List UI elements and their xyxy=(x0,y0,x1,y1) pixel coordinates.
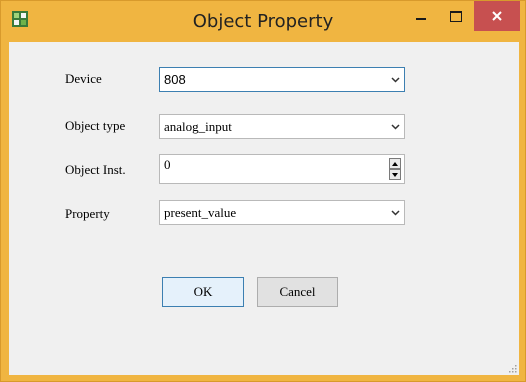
object-inst-spinbox[interactable]: 0 xyxy=(159,154,405,184)
object-property-dialog: Object Property Device 808 Object type a… xyxy=(0,0,526,382)
property-value: present_value xyxy=(164,205,237,220)
chevron-down-icon[interactable] xyxy=(386,201,404,224)
close-button[interactable] xyxy=(474,1,520,31)
chevron-down-icon[interactable] xyxy=(386,68,404,91)
cancel-button[interactable]: Cancel xyxy=(257,277,338,307)
object-type-label: Object type xyxy=(65,118,126,133)
maximize-icon xyxy=(450,10,462,22)
object-type-value: analog_input xyxy=(164,119,232,134)
object-inst-value[interactable]: 0 xyxy=(164,157,171,173)
spin-up-icon[interactable] xyxy=(389,158,401,169)
maximize-button[interactable] xyxy=(438,1,474,31)
ok-button[interactable]: OK xyxy=(162,277,244,307)
resize-grip-icon[interactable] xyxy=(508,364,517,373)
dialog-body: Device 808 Object type analog_input Obje… xyxy=(9,42,519,375)
device-label: Device xyxy=(65,71,102,86)
object-inst-label: Object Inst. xyxy=(65,162,126,177)
spin-down-icon[interactable] xyxy=(389,169,401,180)
chevron-down-icon[interactable] xyxy=(386,115,404,138)
device-select[interactable]: 808 xyxy=(159,67,405,92)
close-icon xyxy=(492,11,502,21)
property-label: Property xyxy=(65,206,110,221)
object-type-select[interactable]: analog_input xyxy=(159,114,405,139)
title-bar[interactable]: Object Property xyxy=(1,1,525,42)
property-select[interactable]: present_value xyxy=(159,200,405,225)
minimize-icon xyxy=(415,18,426,20)
device-value: 808 xyxy=(164,72,186,87)
minimize-button[interactable] xyxy=(403,1,438,31)
